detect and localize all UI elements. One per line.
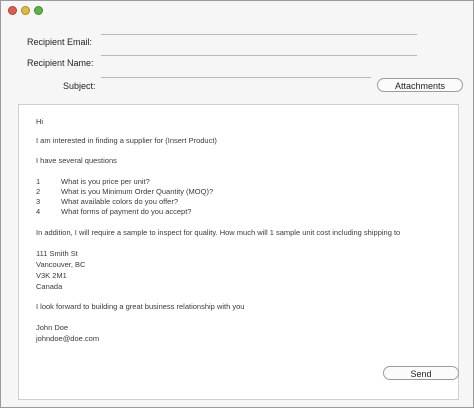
attachments-button[interactable]: Attachments [377,78,463,92]
message-closing: I look forward to building a great busin… [36,302,245,311]
minimize-window-icon[interactable] [21,6,30,15]
recipient-email-field[interactable] [101,34,417,35]
question-item: 1 What is you price per unit? [36,177,150,186]
recipient-email-label: Recipient Email: [27,37,93,47]
recipient-name-label: Recipient Name: [27,58,94,68]
message-sample-request: In addition, I will require a sample to … [36,228,401,237]
address-line: Vancouver, BC [36,260,86,269]
window-controls [8,6,43,15]
sender-name: John Doe [36,323,69,332]
message-intro: I am interested in finding a supplier fo… [36,136,217,145]
message-greeting: Hi [36,117,44,126]
address-line: Canada [36,282,63,291]
subject-label: Subject: [63,81,96,91]
question-item: 4 What forms of payment do you accept? [36,207,192,216]
recipient-name-field[interactable] [101,55,417,56]
close-window-icon[interactable] [8,6,17,15]
address-line: 111 Smith St [36,249,78,258]
send-button[interactable]: Send [383,366,459,380]
maximize-window-icon[interactable] [34,6,43,15]
message-body[interactable]: Hi I am interested in finding a supplier… [18,104,459,400]
question-item: 3 What available colors do you offer? [36,197,179,206]
question-item: 2 What is you Minimum Order Quantity (MOQ… [36,187,214,196]
message-questions-intro: I have several questions [36,156,117,165]
title-bar [1,1,473,21]
subject-field[interactable] [101,77,371,78]
address-line: V3K 2M1 [36,271,67,280]
sender-email: johndoe@doe.com [36,334,100,343]
email-window: Recipient Email: Recipient Name: Subject… [0,0,474,408]
